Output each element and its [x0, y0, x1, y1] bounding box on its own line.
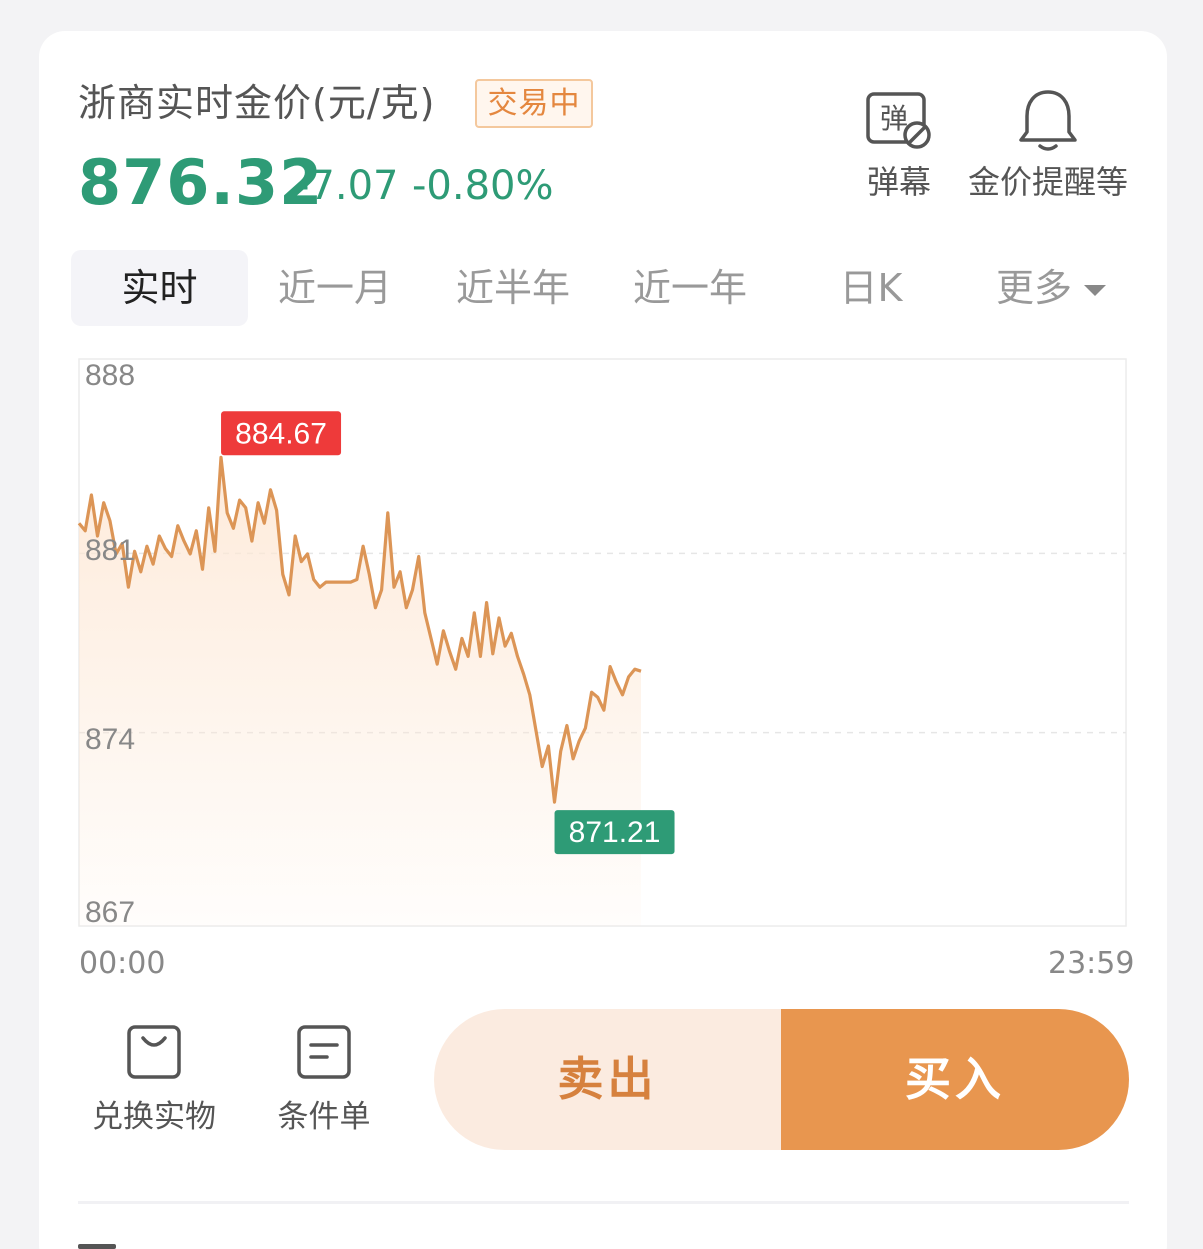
tab-realtime[interactable]: 实时 [71, 250, 248, 326]
price-change: -7.07 [295, 163, 399, 209]
current-price: 876.32 [78, 146, 324, 219]
bell-icon [1019, 90, 1077, 151]
document-icon [297, 1025, 351, 1079]
next-section-icon [78, 1244, 116, 1249]
x-axis-start-label: 00:00 [79, 946, 166, 981]
condition-order-label: 条件单 [277, 1099, 371, 1135]
trade-bar: 卖出 买入 [434, 1009, 1129, 1150]
tab-daily-k[interactable]: 日K [791, 250, 951, 326]
condition-order-button[interactable]: 条件单 [272, 1024, 376, 1136]
buy-button[interactable]: 买入 [781, 1009, 1129, 1150]
price-change-percent: -0.80% [412, 163, 554, 209]
danmu-label: 弹幕 [866, 163, 931, 201]
page-title: 浙商实时金价(元/克) [78, 81, 436, 125]
danmu-button[interactable]: 弹 弹幕 [862, 88, 936, 202]
tab-more-label: 更多 [995, 266, 1072, 310]
status-badge: 交易中 [475, 79, 593, 128]
danmu-icon: 弹 [866, 92, 931, 149]
period-tabs: 实时 近一月 近半年 近一年 日K 更多 [71, 250, 1131, 326]
tab-more[interactable]: 更多 [971, 250, 1131, 326]
section-divider [78, 1201, 1129, 1204]
chevron-down-icon [1084, 285, 1106, 296]
price-alert-button[interactable]: 金价提醒等 [966, 88, 1130, 202]
shopping-bag-icon [127, 1025, 181, 1079]
exchange-physical-label: 兑换实物 [92, 1099, 216, 1135]
sell-button[interactable]: 卖出 [434, 1009, 781, 1150]
svg-text:弹: 弹 [880, 102, 908, 135]
tab-one-year[interactable]: 近一年 [604, 250, 776, 326]
exchange-physical-button[interactable]: 兑换实物 [90, 1024, 218, 1136]
tab-one-month[interactable]: 近一月 [249, 250, 421, 326]
x-axis-end-label: 23:59 [1048, 946, 1135, 981]
tab-half-year[interactable]: 近半年 [427, 250, 599, 326]
price-alert-label: 金价提醒等 [967, 163, 1128, 201]
